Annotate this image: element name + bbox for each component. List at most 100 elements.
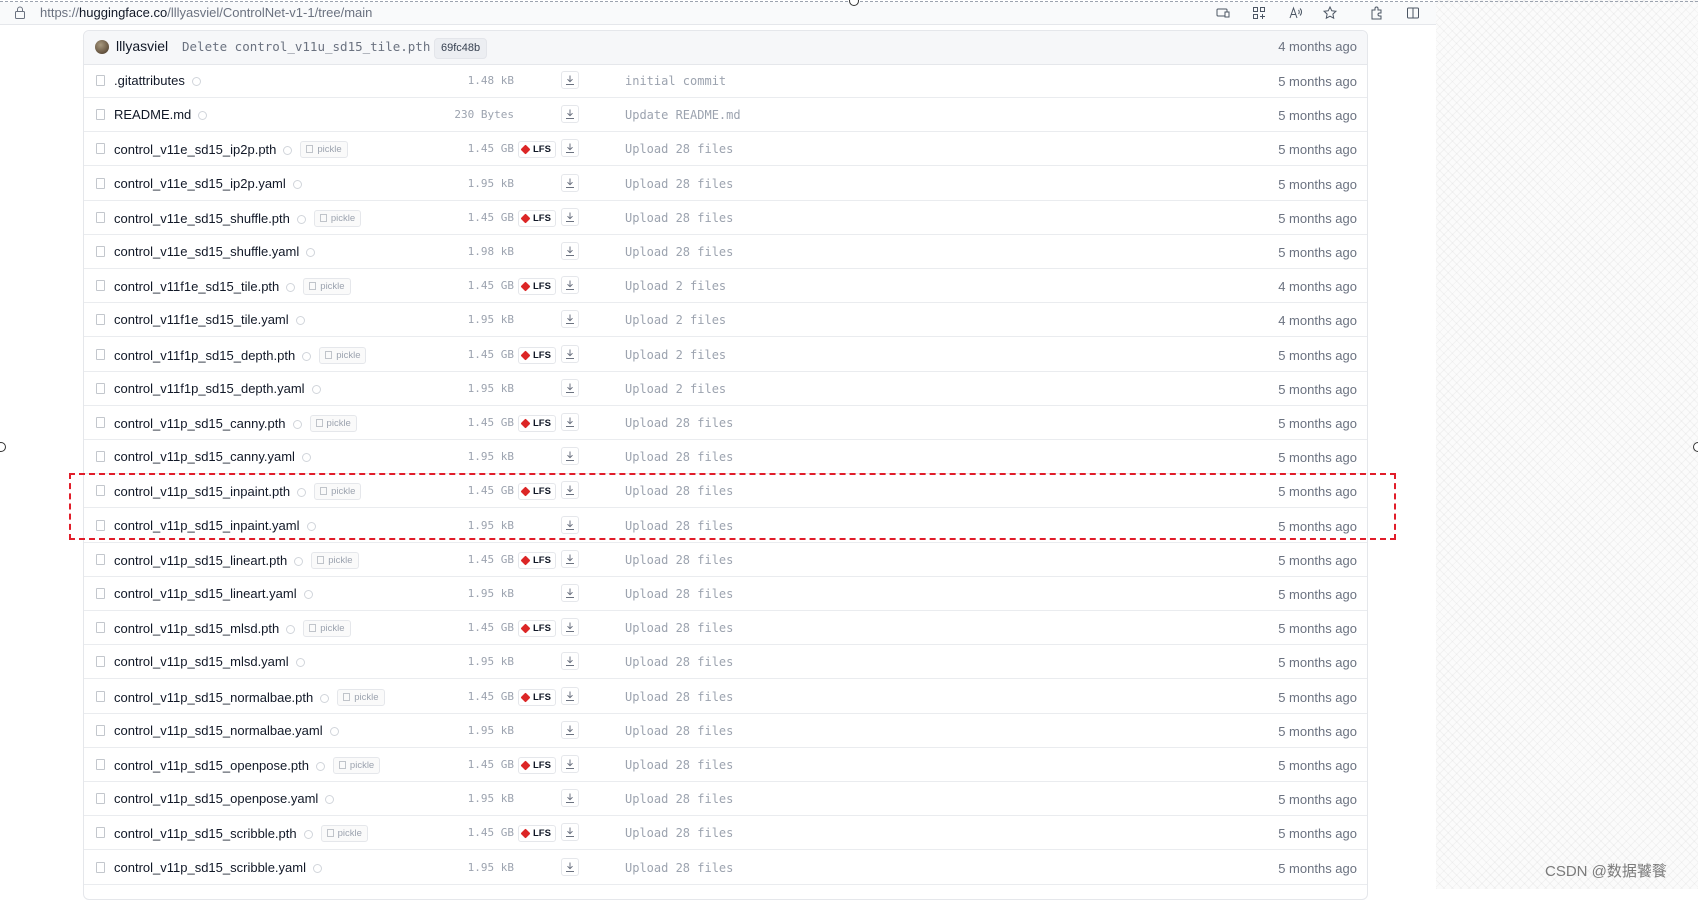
file-commit-message[interactable]: Upload 2 files <box>625 279 726 293</box>
file-row[interactable]: .gitattributes 1.48 kB initial commit 5 mon… <box>84 64 1367 98</box>
file-commit-message[interactable]: initial commit <box>625 74 726 88</box>
file-name-link[interactable]: control_v11p_sd15_openpose.pth <box>114 758 309 773</box>
file-row[interactable]: control_v11p_sd15_canny.pth pickle 1.45 GB… <box>84 406 1367 440</box>
file-name-link[interactable]: control_v11p_sd15_canny.yaml <box>114 449 295 464</box>
download-button[interactable] <box>561 549 579 568</box>
download-button[interactable] <box>561 71 579 89</box>
file-name-link[interactable]: control_v11e_sd15_ip2p.yaml <box>114 176 286 191</box>
file-row[interactable]: control_v11e_sd15_shuffle.yaml 1.98 kB Upl… <box>84 235 1367 269</box>
tab-cast-icon[interactable] <box>1215 5 1231 21</box>
file-row[interactable]: control_v11p_sd15_mlsd.pth pickle 1.45 GB L… <box>84 611 1367 646</box>
pickle-tag[interactable]: pickle <box>303 278 351 296</box>
file-name-link[interactable]: control_v11p_sd15_scribble.yaml <box>114 860 306 875</box>
file-commit-message[interactable]: Upload 28 files <box>625 655 733 669</box>
lfs-badge[interactable]: LFS <box>518 620 556 638</box>
download-button[interactable] <box>561 789 579 808</box>
pickle-tag[interactable]: pickle <box>300 141 348 159</box>
pickle-tag[interactable]: pickle <box>313 209 362 227</box>
file-commit-message[interactable]: Upload 28 files <box>625 690 733 704</box>
file-name-link[interactable]: control_v11p_sd15_lineart.pth <box>114 553 287 568</box>
file-row[interactable]: control_v11p_sd15_canny.yaml 1.95 kB Uploa… <box>84 440 1367 475</box>
extensions-icon[interactable] <box>1369 5 1385 21</box>
download-button[interactable] <box>561 139 579 158</box>
security-scan-icon[interactable] <box>329 726 339 736</box>
download-button[interactable] <box>561 857 579 876</box>
download-button[interactable] <box>561 242 579 260</box>
pickle-tag[interactable]: pickle <box>319 346 367 364</box>
file-name-link[interactable]: control_v11e_sd15_shuffle.yaml <box>114 244 299 259</box>
pickle-tag[interactable]: pickle <box>320 825 368 843</box>
file-row[interactable]: control_v11e_sd15_ip2p.pth pickle 1.45 GB L… <box>84 132 1367 167</box>
security-scan-icon[interactable] <box>301 453 311 463</box>
file-commit-message[interactable]: Upload 28 files <box>625 621 733 635</box>
pickle-tag[interactable]: pickle <box>332 757 381 774</box>
download-button[interactable] <box>561 276 579 295</box>
file-row[interactable]: control_v11p_sd15_normalbae.pth pickle 1.4… <box>84 680 1367 714</box>
download-button[interactable] <box>561 105 579 124</box>
file-name-link[interactable]: control_v11p_sd15_canny.pth <box>114 416 286 431</box>
security-scan-icon[interactable] <box>306 248 316 257</box>
file-row[interactable]: control_v11p_sd15_mlsd.yaml 1.95 kB Upload… <box>84 645 1367 680</box>
download-button[interactable] <box>561 686 579 705</box>
file-row[interactable]: control_v11p_sd15_openpose.pth pickle 1.45… <box>84 748 1367 782</box>
resize-handle-left[interactable] <box>0 442 6 452</box>
security-scan-icon[interactable] <box>303 830 313 840</box>
file-row[interactable]: control_v11f1p_sd15_depth.pth pickle 1.45 … <box>84 338 1367 372</box>
file-commit-message[interactable]: Upload 2 files <box>625 313 726 327</box>
file-commit-message[interactable]: Upload 28 files <box>625 861 733 875</box>
download-button[interactable] <box>561 755 579 773</box>
lfs-badge[interactable]: LFS <box>518 757 556 774</box>
commit-author[interactable]: lllyasviel <box>116 38 168 54</box>
resize-handle-right[interactable] <box>1693 442 1698 452</box>
file-commit-message[interactable]: Update README.md <box>625 108 741 122</box>
lfs-badge[interactable]: LFS <box>518 278 556 296</box>
download-button[interactable] <box>561 447 579 466</box>
file-commit-message[interactable]: Upload 28 files <box>625 587 733 601</box>
file-name-link[interactable]: control_v11e_sd15_shuffle.pth <box>114 211 290 226</box>
lfs-badge[interactable]: LFS <box>518 825 556 843</box>
file-row[interactable]: control_v11p_sd15_lineart.pth pickle 1.45 … <box>84 543 1367 577</box>
lfs-badge[interactable]: LFS <box>518 688 556 706</box>
file-name-link[interactable]: control_v11p_sd15_lineart.yaml <box>114 586 297 601</box>
file-row[interactable]: control_v11e_sd15_shuffle.pth pickle 1.45 … <box>84 201 1367 235</box>
download-button[interactable] <box>561 823 579 842</box>
file-commit-message[interactable]: Upload 28 files <box>625 177 733 191</box>
download-button[interactable] <box>561 652 579 671</box>
security-scan-icon[interactable] <box>320 693 330 703</box>
file-commit-message[interactable]: Upload 28 files <box>625 553 733 567</box>
file-row[interactable]: README.md 230 Bytes Update README.md 5 mont… <box>84 98 1367 133</box>
download-button[interactable] <box>561 378 579 397</box>
file-commit-message[interactable]: Upload 28 files <box>625 826 733 840</box>
file-name-link[interactable]: control_v11p_sd15_mlsd.pth <box>114 621 279 636</box>
file-commit-message[interactable]: Upload 28 files <box>625 724 733 738</box>
security-scan-icon[interactable] <box>292 420 302 429</box>
security-scan-icon[interactable] <box>198 111 208 121</box>
file-name-link[interactable]: control_v11e_sd15_ip2p.pth <box>114 142 276 157</box>
file-commit-message[interactable]: Upload 28 files <box>625 211 733 225</box>
lfs-badge[interactable]: LFS <box>518 209 556 227</box>
file-name-link[interactable]: README.md <box>114 107 191 122</box>
download-button[interactable] <box>561 413 579 431</box>
lock-icon[interactable] <box>14 6 26 19</box>
author-avatar[interactable] <box>95 40 109 54</box>
security-scan-icon[interactable] <box>315 762 325 771</box>
security-scan-icon[interactable] <box>325 795 335 805</box>
file-row[interactable]: control_v11p_sd15_scribble.yaml 1.95 kB Up… <box>84 851 1367 885</box>
file-name-link[interactable]: .gitattributes <box>114 73 185 88</box>
file-row[interactable]: control_v11f1e_sd15_tile.yaml 1.95 kB Uplo… <box>84 303 1367 338</box>
file-name-link[interactable]: control_v11p_sd15_scribble.pth <box>114 826 297 841</box>
file-row[interactable]: control_v11p_sd15_normalbae.yaml 1.95 kB U… <box>84 714 1367 748</box>
security-scan-icon[interactable] <box>295 316 305 326</box>
download-button[interactable] <box>561 720 579 739</box>
file-commit-message[interactable]: Upload 28 files <box>625 450 733 464</box>
file-commit-message[interactable]: Upload 28 files <box>625 792 733 806</box>
pickle-tag[interactable]: pickle <box>309 415 357 432</box>
download-button[interactable] <box>561 584 579 602</box>
security-scan-icon[interactable] <box>311 384 321 394</box>
security-scan-icon[interactable] <box>286 283 296 293</box>
file-commit-message[interactable]: Upload 28 files <box>625 142 733 156</box>
file-name-link[interactable]: control_v11p_sd15_normalbae.pth <box>114 690 313 705</box>
download-button[interactable] <box>561 310 579 329</box>
pickle-tag[interactable]: pickle <box>337 688 385 706</box>
file-row[interactable]: control_v11f1e_sd15_tile.pth pickle 1.45 G… <box>84 269 1367 304</box>
